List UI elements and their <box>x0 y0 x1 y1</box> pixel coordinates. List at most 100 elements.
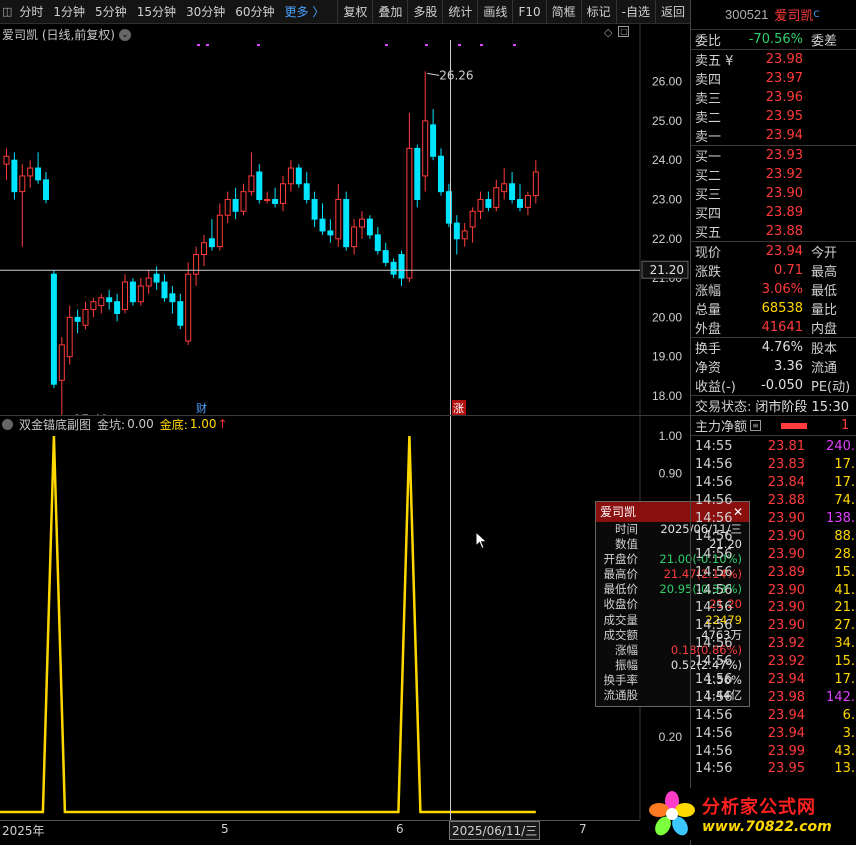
period-tab-3[interactable]: 15分钟 <box>132 0 181 24</box>
price-tick-label: 26.00 <box>652 75 682 89</box>
toolbar-button-8[interactable]: -自选 <box>617 0 655 24</box>
signal-dot <box>385 44 388 46</box>
tick-time: 14:56 <box>695 636 733 652</box>
tick-time: 14:56 <box>695 672 733 688</box>
toolbar-button-3[interactable]: 统计 <box>443 0 477 24</box>
period-tab-1[interactable]: 1分钟 <box>48 0 90 24</box>
indicator-chart[interactable]: 1.00 0.90 0.20 <box>0 416 690 820</box>
candle-body <box>248 175 255 193</box>
tick-price: 23.83 <box>767 457 805 473</box>
candle <box>390 258 397 279</box>
tick-volume: 74. <box>834 493 855 509</box>
candle-body <box>74 316 81 322</box>
logo-url: www.70822.com <box>702 819 832 835</box>
candle-body <box>366 218 373 236</box>
candle-body <box>374 234 381 252</box>
trade-state-label: 交易状态: <box>695 400 752 415</box>
stat-label: 外盘 <box>695 322 722 337</box>
tick-volume: 3. <box>842 725 855 741</box>
candle <box>3 148 10 180</box>
jindi-label: 金底: <box>159 417 188 432</box>
tooltip-key: 最高价 <box>603 567 639 582</box>
tick-time: 14:55 <box>695 439 733 455</box>
candle <box>256 164 263 204</box>
date-label-may: 5 <box>221 822 229 836</box>
site-logo: 分析家公式网 www.70822.com <box>648 788 848 840</box>
tick-time: 14:56 <box>695 528 733 544</box>
stat-row: 涨跌 0.71 最高 <box>691 261 856 280</box>
period-tab-2[interactable]: 5分钟 <box>90 0 132 24</box>
tick-time: 14:56 <box>695 546 733 562</box>
candle <box>216 203 223 251</box>
candle <box>366 215 373 239</box>
candle-body <box>319 218 326 232</box>
candle-body <box>35 167 42 181</box>
candle <box>161 274 168 302</box>
toolbar-button-0[interactable]: 复权 <box>338 0 372 24</box>
candles <box>3 71 539 416</box>
candle <box>280 175 286 212</box>
candle-body <box>335 199 342 240</box>
list-icon[interactable]: ≡ <box>750 420 762 431</box>
stat-row: 总量 68538 量比 <box>691 299 856 318</box>
tick-price: 23.99 <box>767 743 805 759</box>
panel-toggle-icon[interactable]: ◫ <box>0 0 14 24</box>
candle-body <box>201 242 207 256</box>
tick-time: 14:56 <box>695 707 733 723</box>
signal-dot <box>513 44 516 46</box>
candle-body <box>90 301 97 311</box>
bid-row: 买二 23.92 <box>691 165 856 184</box>
period-tab-5[interactable]: 60分钟 <box>230 0 279 24</box>
toolbar-button-7[interactable]: 标记 <box>582 0 616 24</box>
trade-state-row: 交易状态: 闭市阶段 15:30 <box>691 396 856 415</box>
indicator-tick-label: 1.00 <box>659 429 683 443</box>
tick-row: 14:56 23.90 21. <box>691 599 856 617</box>
toolbar-button-9[interactable]: 返回 <box>656 0 690 24</box>
jinkeng-value: 0.00 <box>127 417 154 431</box>
ask-price: 23.95 <box>765 109 803 124</box>
toolbar-button-1[interactable]: 叠加 <box>373 0 407 24</box>
toolbar-button-5[interactable]: F10 <box>513 0 545 24</box>
toolbar-button-4[interactable]: 画线 <box>478 0 512 24</box>
stat-value: 4.76% <box>761 340 803 355</box>
candle <box>19 164 26 247</box>
chart-menu-icon[interactable]: ⌄ <box>119 28 131 41</box>
more-periods-button[interactable]: 更多 〉 <box>280 0 330 24</box>
candle <box>469 207 476 243</box>
bid-price: 23.90 <box>765 186 803 201</box>
tick-price: 23.94 <box>767 707 805 723</box>
stat-label: 现价 <box>695 246 722 261</box>
period-tab-4[interactable]: 30分钟 <box>181 0 230 24</box>
candle-body <box>82 309 89 326</box>
toolbar-button-6[interactable]: 简框 <box>547 0 581 24</box>
tooltip-key: 最低价 <box>603 582 639 597</box>
stat-value: 0.71 <box>774 263 803 278</box>
financial-report-marker: 财 <box>196 401 207 415</box>
candle-body <box>517 199 523 208</box>
crosshair-price-label: 21.20 <box>650 263 684 277</box>
stat-row: 收益(-) -0.050 PE(动) <box>691 376 856 395</box>
tooltip-title: 爱司凯 <box>600 505 637 519</box>
tick-price: 23.81 <box>767 439 805 455</box>
candlestick-chart[interactable]: 26.0025.0024.0023.0022.0021.0020.0019.00… <box>0 24 690 416</box>
stat-label-2: 量比 <box>811 303 838 318</box>
candle <box>453 215 460 255</box>
candle-body <box>106 297 113 303</box>
period-tab-0[interactable]: 分时 <box>14 0 48 24</box>
candle <box>98 293 105 314</box>
candle-body <box>11 159 18 193</box>
chart-title: 爱司凯 (日线,前复权) ⌄ <box>2 26 131 43</box>
toolbar-button-2[interactable]: 多股 <box>408 0 442 24</box>
candle-body <box>43 179 49 201</box>
chart-title-text: 爱司凯 (日线,前复权) <box>2 28 115 42</box>
restore-window-icon[interactable]: □ <box>618 26 630 37</box>
bid-price: 23.88 <box>765 224 803 239</box>
tooltip-key: 振幅 <box>615 657 638 672</box>
tooltip-key: 换手率 <box>603 672 639 687</box>
signal-dot <box>458 44 461 46</box>
tick-time: 14:56 <box>695 689 733 705</box>
ask-price: 23.98 <box>765 52 803 67</box>
candle-body <box>153 273 160 283</box>
indicator-menu-icon[interactable] <box>2 418 13 430</box>
diamond-icon[interactable]: ◇ <box>604 26 612 39</box>
